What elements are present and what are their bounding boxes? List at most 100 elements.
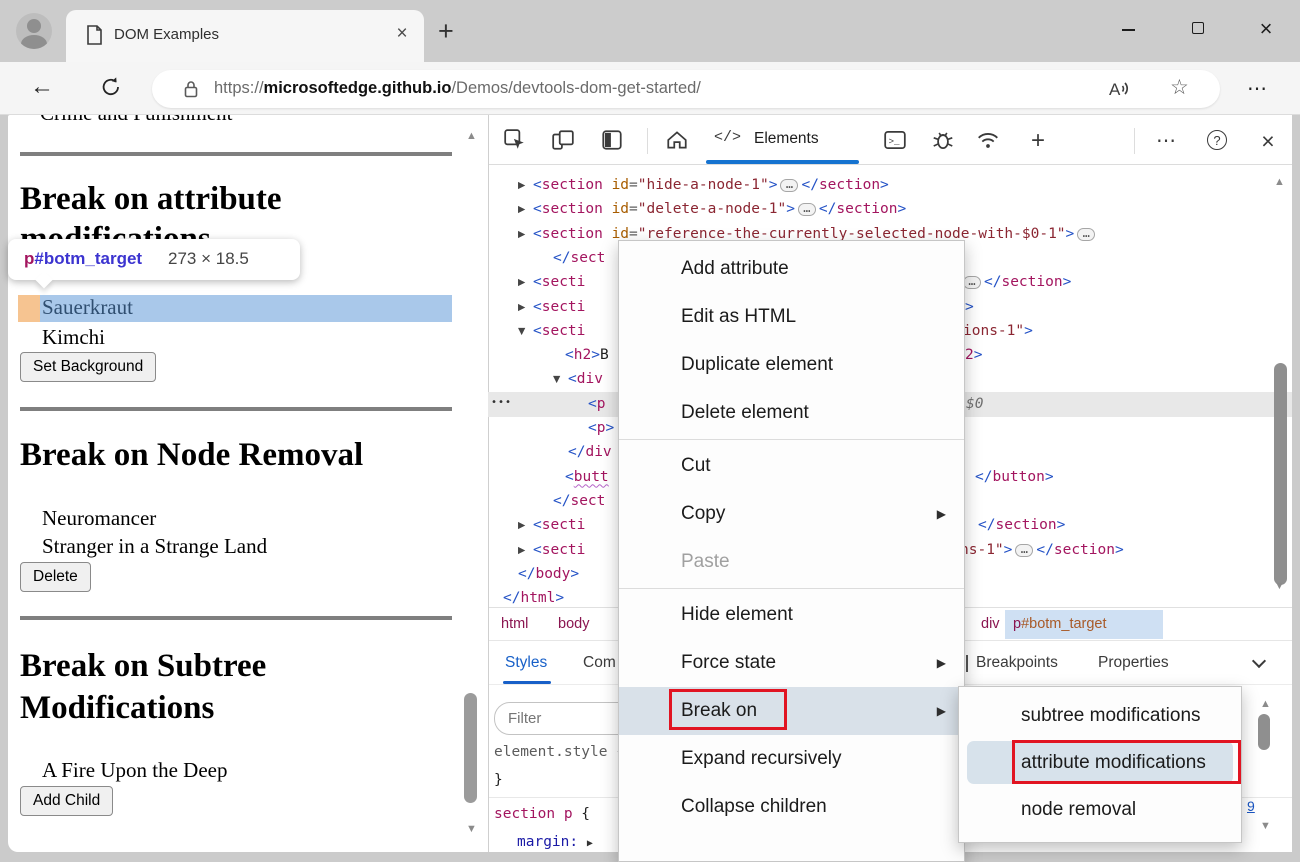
url-text[interactable]: https://microsoftedge.github.io/Demos/de… (214, 79, 701, 98)
css-rule-selector[interactable]: section p { (494, 806, 590, 822)
tree-collapsed-icon[interactable]: ▶ (518, 173, 525, 198)
heading-break-on-node-removal: Break on Node Removal (20, 437, 364, 473)
menu-item-collapse-children[interactable]: Collapse children (619, 783, 964, 831)
device-emulation-icon[interactable] (551, 128, 577, 154)
styles-scroll-down-icon[interactable]: ▼ (1260, 820, 1271, 832)
elements-tab-label: Elements (754, 130, 819, 147)
tab-dom-breakpoints[interactable]: Breakpoints (976, 641, 1058, 685)
tree-collapsed-icon[interactable]: ▶ (518, 538, 525, 563)
styles-filter-input[interactable]: Filter (494, 702, 636, 735)
menu-item-cut[interactable]: Cut (619, 442, 964, 490)
page-scroll-up-icon[interactable]: ▲ (466, 130, 477, 142)
tree-collapsed-icon[interactable]: ▶ (518, 295, 525, 320)
tree-collapsed-icon[interactable]: ▶ (518, 197, 525, 222)
tree-expanded-icon[interactable]: ▼ (518, 319, 525, 344)
styles-scroll-up-icon[interactable]: ▲ (1260, 698, 1271, 710)
devtools-help-icon[interactable]: ? (1207, 128, 1233, 154)
tree-scroll-up-icon[interactable]: ▲ (1274, 176, 1285, 188)
annotation-red-box (1012, 740, 1241, 784)
menu-item-force-state[interactable]: Force state ▶ (619, 639, 964, 687)
favorites-star-icon[interactable]: ☆ (1170, 75, 1189, 100)
tab-close-icon[interactable]: × (391, 23, 413, 45)
network-wifi-icon[interactable] (976, 128, 1002, 154)
tree-collapsed-icon[interactable]: ▶ (518, 222, 525, 247)
inline-style-close-brace: } (494, 772, 503, 788)
menu-item-delete-element[interactable]: Delete element (619, 389, 964, 437)
submenu-item-attribute-modifications[interactable]: attribute modifications (959, 739, 1241, 786)
chevron-down-icon[interactable] (1251, 653, 1267, 669)
stylesheet-line-link[interactable]: 9 (1247, 798, 1255, 814)
back-button[interactable]: ← (30, 73, 54, 101)
address-bar[interactable]: https://microsoftedge.github.io/Demos/de… (152, 70, 1220, 108)
menu-item-add-attribute[interactable]: Add attribute (619, 245, 964, 293)
styles-scrollbar-thumb[interactable] (1258, 714, 1270, 750)
dock-side-icon[interactable] (600, 128, 626, 154)
tab-elements[interactable]: </> Elements (706, 115, 859, 164)
css-property-margin[interactable]: margin: ▶ (517, 834, 593, 850)
lock-icon[interactable] (182, 79, 200, 99)
add-panel-icon[interactable]: + (1025, 128, 1051, 154)
menu-item-expand-recursively[interactable]: Expand recursively (619, 735, 964, 783)
dom-tree-row[interactable]: ▶ <section id="delete-a-node-1">… </sectio… (488, 197, 1292, 222)
refresh-button[interactable] (99, 75, 123, 99)
dom-node-code: <div (568, 371, 603, 388)
dom-node-code-fragment: … </section> (960, 270, 1071, 295)
navigation-bar: ← https://microsoftedge.github.io/Demos/… (0, 62, 1300, 115)
submenu-item-subtree-modifications[interactable]: subtree modifications (959, 692, 1241, 739)
devtools-toolbar: ⋯ ? × >_ + (489, 115, 1292, 165)
tree-collapsed-icon[interactable]: ▶ (518, 513, 525, 538)
delete-button[interactable]: Delete (20, 562, 91, 592)
set-background-button[interactable]: Set Background (20, 352, 157, 382)
devtools-close-icon[interactable]: × (1255, 128, 1281, 154)
window-close-button[interactable]: × (1251, 18, 1281, 40)
tree-scrollbar-thumb[interactable] (1274, 363, 1287, 585)
dom-node-code: <secti (533, 298, 586, 315)
tab-properties[interactable]: Properties (1098, 641, 1169, 685)
window-minimize-button[interactable] (1113, 18, 1143, 40)
tooltip-size: 273 × 18.5 (168, 249, 249, 268)
browser-menu-icon[interactable]: ⋯ (1247, 76, 1268, 101)
menu-item-copy[interactable]: Copy ▶ (619, 490, 964, 538)
list-item-sauerkraut[interactable]: Sauerkraut (42, 295, 133, 320)
dom-node-code-fragment: </section> (978, 517, 1066, 534)
tree-collapsed-icon[interactable]: ▶ (518, 270, 525, 295)
title-bar: DOM Examples × + × (0, 0, 1300, 62)
tab-styles[interactable]: Styles (505, 641, 547, 685)
debugger-bug-icon[interactable] (931, 128, 957, 154)
menu-item-hide-element[interactable]: Hide element (619, 591, 964, 639)
dom-node-code: <h2>B (565, 347, 609, 364)
new-tab-button[interactable]: + (438, 16, 454, 47)
read-aloud-icon[interactable]: A (1107, 77, 1141, 101)
menu-item-paste[interactable]: Paste (619, 538, 964, 586)
breadcrumb-html[interactable]: html (501, 608, 528, 641)
menu-item-edit-as-html[interactable]: Edit as HTML (619, 293, 964, 341)
dom-node-code: <butt (565, 468, 609, 485)
menu-item-label: Copy (681, 503, 726, 524)
add-child-button[interactable]: Add Child (20, 786, 114, 816)
menu-item-label: Hide element (681, 604, 793, 625)
inline-style-rule[interactable]: element.style { (494, 744, 625, 760)
window-maximize-button[interactable] (1183, 18, 1213, 40)
home-tab-icon[interactable] (665, 128, 691, 154)
svg-text:A: A (1109, 80, 1121, 99)
dom-node-code-fragment: $0 (966, 395, 984, 412)
row-actions-dots-icon[interactable]: ••• (491, 390, 512, 415)
tree-expanded-icon[interactable]: ▼ (553, 367, 560, 392)
page-scrollbar-thumb[interactable] (464, 693, 477, 803)
submenu-item-node-removal[interactable]: node removal (959, 786, 1241, 833)
breadcrumb-div[interactable]: div (981, 608, 1000, 641)
console-tab-icon[interactable]: >_ (883, 128, 909, 154)
inspect-element-icon[interactable] (503, 128, 529, 154)
page-scroll-down-icon[interactable]: ▼ (466, 823, 477, 835)
browser-tab[interactable]: DOM Examples × (66, 10, 424, 62)
list-item-kimchi[interactable]: Kimchi (42, 325, 105, 350)
devtools-more-icon[interactable]: ⋯ (1153, 128, 1179, 154)
dom-tree-row[interactable]: ▶ <section id="hide-a-node-1">… </section> (488, 173, 1292, 198)
breadcrumb-selected-node[interactable]: p#botm_target (1005, 610, 1163, 639)
menu-item-duplicate-element[interactable]: Duplicate element (619, 341, 964, 389)
menu-item-break-on[interactable]: Break on ▶ (619, 687, 964, 735)
tab-computed[interactable]: Com (583, 641, 616, 685)
profile-avatar-icon[interactable] (16, 13, 52, 49)
tree-scroll-down-icon[interactable]: ▼ (1274, 580, 1285, 592)
breadcrumb-body[interactable]: body (558, 608, 589, 641)
